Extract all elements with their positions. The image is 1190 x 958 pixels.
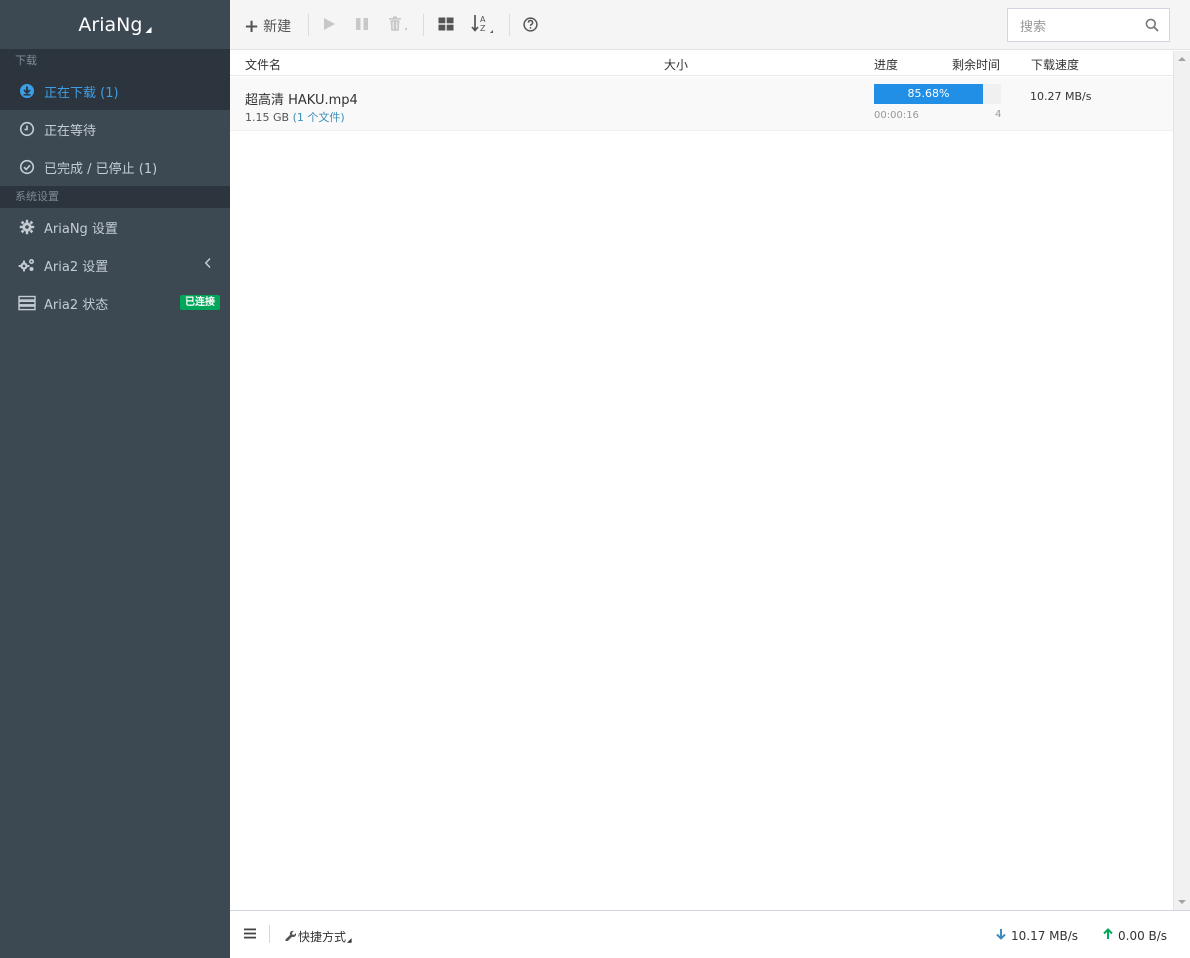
task-files-link[interactable]: (1 个文件) — [293, 111, 345, 124]
section-settings: 系统设置 — [0, 186, 230, 208]
start-button[interactable] — [322, 14, 336, 38]
menu-toggle-button[interactable] — [244, 928, 256, 942]
header-size[interactable]: 大小 — [664, 56, 688, 73]
task-table-header: 文件名 大小 进度 剩余时间 下载速度 — [230, 51, 1173, 76]
arrow-down-icon — [995, 928, 1011, 943]
gears-icon — [18, 256, 36, 274]
pause-button[interactable] — [355, 14, 369, 38]
svg-text:A: A — [480, 15, 486, 24]
nav-stopped-label: 已完成 / 已停止 (1) — [44, 161, 158, 177]
global-upload-speed: 0.00 B/s — [1102, 928, 1167, 943]
play-icon — [322, 17, 336, 35]
nav-aria2-status-label: Aria2 状态 — [44, 297, 109, 313]
toolbar-divider — [308, 14, 309, 36]
nav-waiting[interactable]: 正在等待 — [0, 110, 230, 148]
task-remaining-time: 00:00:16 — [874, 110, 919, 121]
brand-name: AriaNg — [78, 13, 143, 36]
nav-downloading-label: 正在下载 (1) — [44, 85, 119, 101]
progress-text: 85.68% — [907, 87, 950, 100]
toolbar: + 新建 AZ 搜索 — [230, 0, 1190, 50]
nav-aria2-status[interactable]: Aria2 状态 已连接 — [0, 284, 230, 322]
search-icon[interactable] — [1145, 18, 1159, 36]
delete-button[interactable] — [388, 14, 408, 38]
brand-logo[interactable]: AriaNg ◢ — [0, 0, 230, 50]
search-placeholder: 搜索 — [1020, 19, 1047, 35]
task-connections: 4 — [995, 109, 1002, 120]
sort-button[interactable]: AZ — [471, 14, 495, 38]
nav-aria2-settings[interactable]: Aria2 设置 — [0, 246, 230, 284]
search-input[interactable]: 搜索 — [1007, 8, 1170, 42]
scroll-up-arrow-icon[interactable] — [1178, 57, 1186, 61]
nav-ariang-settings-label: AriaNg 设置 — [44, 221, 118, 237]
arrow-up-icon — [1102, 928, 1118, 943]
svg-text:Z: Z — [480, 24, 486, 33]
toggle-view-button[interactable] — [438, 14, 454, 38]
footer: 快捷方式 ◢ 10.17 MB/s 0.00 B/s — [230, 910, 1190, 958]
section-download: 下载 — [0, 50, 230, 72]
toolbar-divider — [509, 14, 510, 36]
scroll-down-arrow-icon[interactable] — [1178, 900, 1186, 904]
nav-ariang-settings[interactable]: AriaNg 设置 — [0, 208, 230, 246]
shortcut-button[interactable]: 快捷方式 ◢ — [284, 928, 352, 945]
plus-icon: + — [244, 15, 260, 37]
global-download-speed: 10.17 MB/s — [995, 928, 1078, 943]
caret-down-icon: ◢ — [145, 25, 152, 34]
task-download-speed: 10.27 MB/s — [1030, 90, 1092, 103]
clock-icon — [18, 120, 36, 138]
trash-icon — [388, 16, 408, 36]
header-remaining[interactable]: 剩余时间 — [952, 56, 1000, 73]
table-row[interactable]: 超高清 HAKU.mp4 1.15 GB (1 个文件) 85.68% 00:0… — [230, 77, 1173, 131]
connected-badge: 已连接 — [180, 295, 220, 310]
shortcut-label: 快捷方式 — [298, 930, 347, 944]
help-button[interactable] — [523, 14, 538, 38]
chevron-left-icon — [204, 257, 212, 272]
download-speed-value: 10.17 MB/s — [1011, 928, 1079, 943]
nav-downloading[interactable]: 正在下载 (1) — [0, 72, 230, 110]
nav-waiting-label: 正在等待 — [44, 123, 97, 139]
server-icon — [18, 294, 36, 312]
nav-aria2-settings-label: Aria2 设置 — [44, 259, 109, 275]
sidebar: AriaNg ◢ 下载 正在下载 (1) 正在等待 已完成 / 已停止 (1) … — [0, 0, 230, 958]
task-size: 1.15 GB — [245, 111, 290, 124]
toolbar-divider — [423, 14, 424, 36]
sort-alpha-icon: AZ — [471, 14, 495, 38]
hamburger-icon — [244, 928, 256, 939]
caret-down-icon: ◢ — [347, 937, 352, 944]
task-filename[interactable]: 超高清 HAKU.mp4 — [245, 89, 358, 108]
grid-icon — [438, 17, 454, 35]
check-circle-icon — [18, 158, 36, 176]
new-task-button[interactable]: + 新建 — [244, 14, 291, 38]
progress-bar: 85.68% — [874, 84, 1001, 104]
header-filename[interactable]: 文件名 — [245, 56, 281, 73]
download-circle-icon — [18, 82, 36, 100]
upload-speed-value: 0.00 B/s — [1118, 928, 1168, 943]
header-progress[interactable]: 进度 — [874, 56, 898, 73]
wrench-icon — [284, 929, 298, 944]
pause-icon — [355, 17, 369, 35]
scrollbar[interactable] — [1173, 51, 1190, 910]
header-speed[interactable]: 下载速度 — [1031, 56, 1079, 73]
gear-icon — [18, 218, 36, 236]
footer-divider — [269, 925, 270, 943]
question-circle-icon — [523, 16, 538, 36]
new-task-label: 新建 — [263, 19, 292, 35]
nav-stopped[interactable]: 已完成 / 已停止 (1) — [0, 148, 230, 186]
task-meta: 1.15 GB (1 个文件) — [245, 109, 345, 125]
